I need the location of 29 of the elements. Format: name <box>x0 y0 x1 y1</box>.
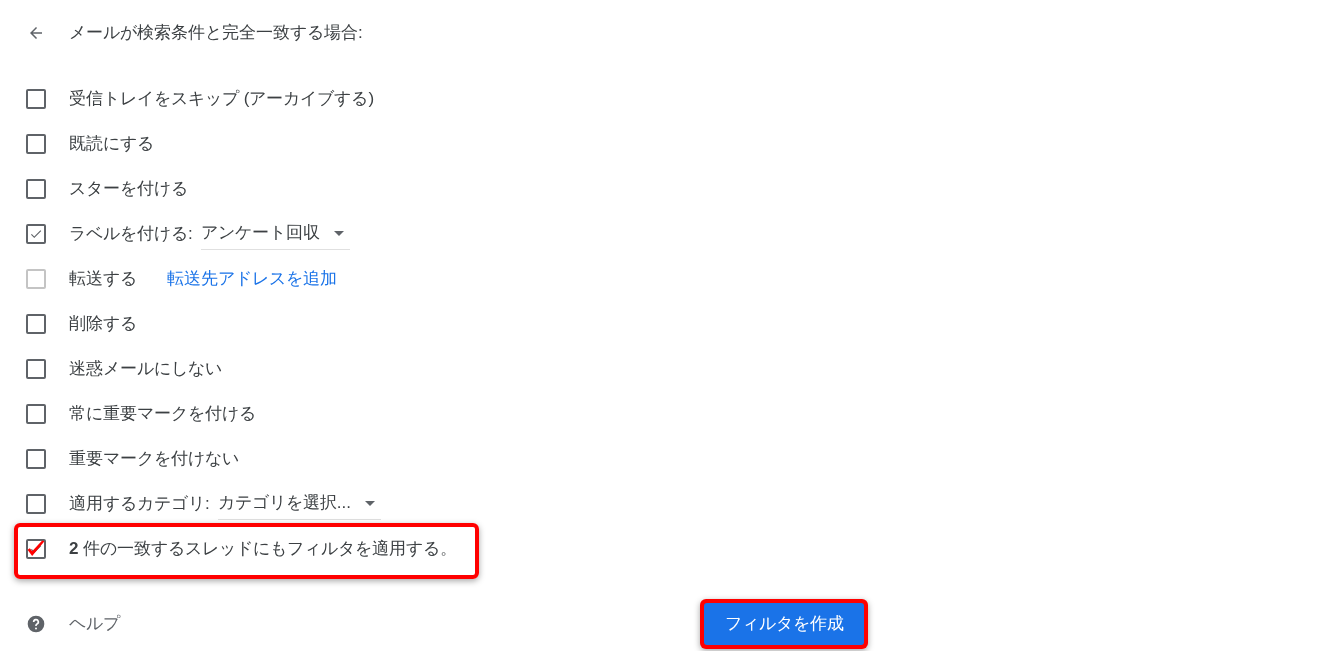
help-icon[interactable] <box>26 614 46 634</box>
checkbox[interactable] <box>26 223 46 244</box>
option-label: 適用するカテゴリ: <box>69 492 210 515</box>
header-title: メールが検索条件と完全一致する場合: <box>69 22 363 45</box>
option-label: 受信トレイをスキップ (アーカイブする) <box>69 87 375 110</box>
checkbox[interactable] <box>26 358 46 379</box>
create-filter-button[interactable]: フィルタを作成 <box>704 603 864 645</box>
option-label: ラベルを付ける: <box>69 222 193 245</box>
checkbox[interactable] <box>26 448 46 469</box>
caret-icon <box>333 230 344 236</box>
option-label: 2 件の一致するスレッドにもフィルタを適用する。 <box>69 537 458 560</box>
option-label: 迷惑メールにしない <box>69 357 222 380</box>
caret-icon <box>364 500 375 506</box>
checkbox[interactable] <box>26 133 46 154</box>
option-label: 削除する <box>69 312 137 335</box>
option-label: 常に重要マークを付ける <box>69 402 256 425</box>
checkbox[interactable] <box>26 313 46 334</box>
option-label: スターを付ける <box>69 177 188 200</box>
checkbox[interactable] <box>26 493 46 514</box>
help-link[interactable]: ヘルプ <box>69 611 120 637</box>
checkbox[interactable] <box>26 88 46 109</box>
option-label: 転送する <box>69 267 137 290</box>
option-label: 既読にする <box>69 132 154 155</box>
checkbox[interactable] <box>26 403 46 424</box>
dropdown[interactable]: アンケート回収 <box>200 217 350 250</box>
option-label: 重要マークを付けない <box>69 447 239 470</box>
checkbox[interactable] <box>26 538 46 559</box>
dropdown[interactable]: カテゴリを選択... <box>217 487 381 520</box>
checkbox[interactable] <box>26 178 46 199</box>
